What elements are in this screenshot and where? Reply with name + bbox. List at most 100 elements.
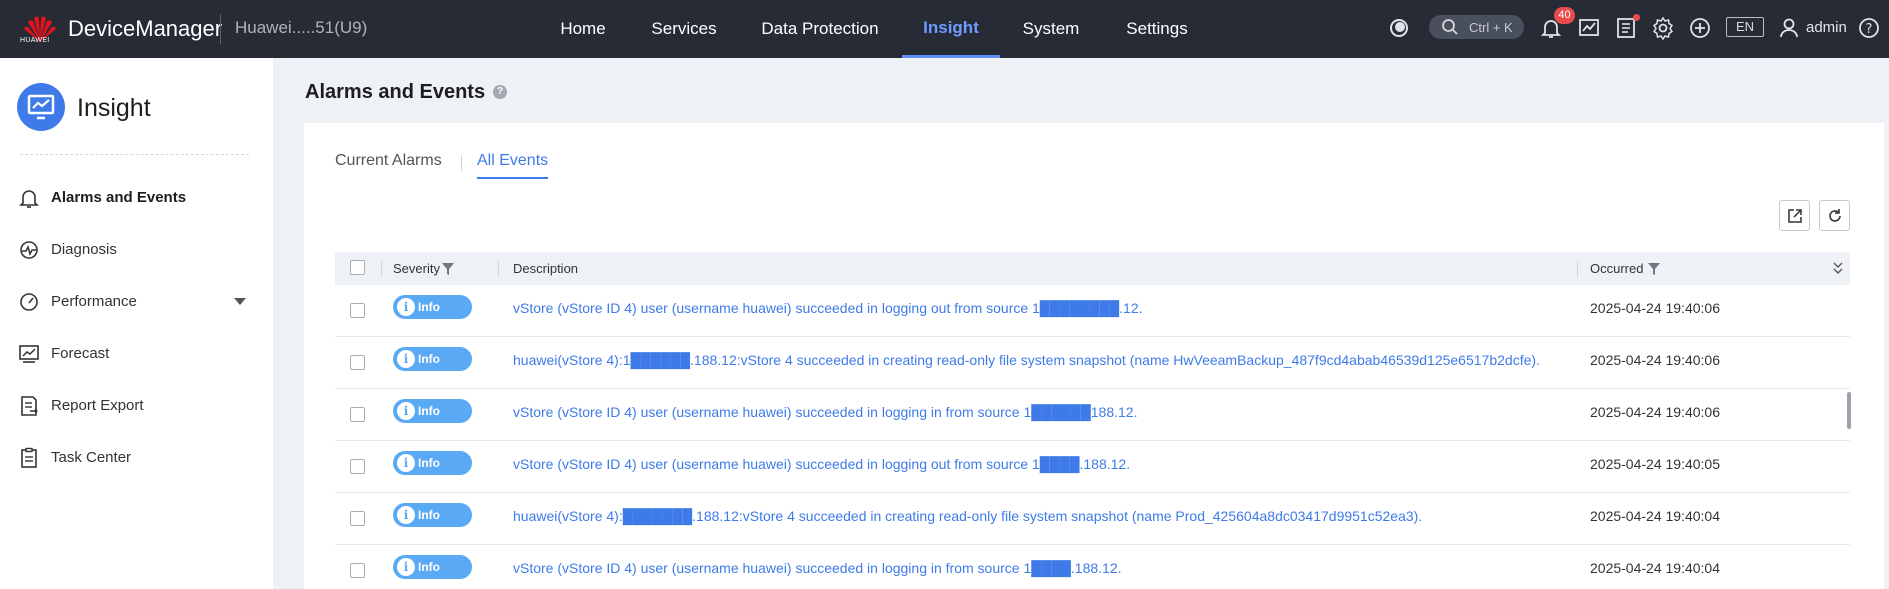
info-icon: i xyxy=(397,506,415,524)
sidebar-item-task-center[interactable]: Task Center xyxy=(0,438,273,478)
nav-insight[interactable]: Insight xyxy=(902,0,1000,58)
row-checkbox[interactable] xyxy=(350,511,365,526)
info-icon: i xyxy=(397,298,415,316)
column-divider xyxy=(381,261,382,277)
monitor-chart-icon[interactable] xyxy=(1577,16,1601,40)
filter-icon[interactable] xyxy=(442,263,454,275)
column-description[interactable]: Description xyxy=(513,261,578,276)
severity-label: Info xyxy=(418,560,440,574)
severity-badge: i Info xyxy=(393,399,472,423)
table-row[interactable]: i Info vStore (vStore ID 4) user (userna… xyxy=(335,441,1850,493)
table-row[interactable]: i Info vStore (vStore ID 4) user (userna… xyxy=(335,545,1850,589)
nav-home[interactable]: Home xyxy=(540,0,626,58)
help-icon[interactable]: ? xyxy=(1857,16,1881,40)
table-header: Severity Description Occurred xyxy=(335,252,1850,285)
severity-badge: i Info xyxy=(393,503,472,527)
active-tab-indicator xyxy=(477,177,548,179)
severity-label: Info xyxy=(418,508,440,522)
event-description[interactable]: vStore (vStore ID 4) user (username huaw… xyxy=(513,560,1122,576)
row-checkbox[interactable] xyxy=(350,459,365,474)
sidebar-title: Insight xyxy=(77,94,151,122)
export-icon xyxy=(1788,209,1802,223)
severity-badge: i Info xyxy=(393,347,472,371)
table-row[interactable]: i Info vStore (vStore ID 4) user (userna… xyxy=(335,389,1850,441)
sidebar-item-label: Alarms and Events xyxy=(51,189,187,206)
nav-services[interactable]: Services xyxy=(645,0,723,58)
refresh-icon xyxy=(1829,209,1841,222)
sidebar-item-performance[interactable]: Performance xyxy=(0,282,273,322)
chevron-down-icon[interactable] xyxy=(234,298,246,305)
column-severity[interactable]: Severity xyxy=(393,261,440,276)
brand-divider xyxy=(220,14,221,44)
severity-label: Info xyxy=(418,352,440,366)
event-description[interactable]: vStore (vStore ID 4) user (username huaw… xyxy=(513,300,1143,316)
tab-all-events[interactable]: All Events xyxy=(477,152,548,170)
event-description[interactable]: huawei(vStore 4):███████.188.12:vStore 4… xyxy=(513,508,1422,524)
event-occurred: 2025-04-24 19:40:04 xyxy=(1590,560,1720,576)
notification-badge: 40 xyxy=(1554,7,1575,24)
severity-label: Info xyxy=(418,404,440,418)
nav-system[interactable]: System xyxy=(1015,0,1087,58)
nav-settings[interactable]: Settings xyxy=(1120,0,1194,58)
severity-badge: i Info xyxy=(393,451,472,475)
language-switch[interactable]: EN xyxy=(1726,17,1764,37)
logo-text: HUAWEI xyxy=(20,37,50,44)
row-checkbox[interactable] xyxy=(350,303,365,318)
event-occurred: 2025-04-24 19:40:06 xyxy=(1590,404,1720,420)
add-circle-icon[interactable] xyxy=(1688,16,1712,40)
device-name[interactable]: Huawei.....51(U9) xyxy=(235,18,367,38)
global-search[interactable]: Ctrl + K xyxy=(1429,15,1524,39)
info-icon: i xyxy=(397,350,415,368)
user-name[interactable]: admin xyxy=(1806,19,1847,36)
sidebar-divider xyxy=(20,154,249,155)
info-icon: i xyxy=(397,558,415,576)
diagnosis-icon xyxy=(20,241,38,259)
clipboard-icon xyxy=(21,447,37,468)
table-row[interactable]: i Info huawei(vStore 4):1██████.188.12:v… xyxy=(335,337,1850,389)
column-divider xyxy=(1577,261,1578,277)
task-alert-dot xyxy=(1633,14,1640,21)
severity-label: Info xyxy=(418,300,440,314)
event-occurred: 2025-04-24 19:40:05 xyxy=(1590,456,1720,472)
info-icon: i xyxy=(397,402,415,420)
event-occurred: 2025-04-24 19:40:04 xyxy=(1590,508,1720,524)
tab-divider xyxy=(461,155,462,171)
table-row[interactable]: i Info vStore (vStore ID 4) user (userna… xyxy=(335,285,1850,337)
row-checkbox[interactable] xyxy=(350,563,365,578)
table-scrollbar[interactable] xyxy=(1847,392,1851,429)
event-description[interactable]: huawei(vStore 4):1██████.188.12:vStore 4… xyxy=(513,352,1540,368)
table-row[interactable]: i Info huawei(vStore 4):███████.188.12:v… xyxy=(335,493,1850,545)
sidebar-item-forecast[interactable]: Forecast xyxy=(0,334,273,374)
top-bar: HUAWEI DeviceManager Huawei.....51(U9) H… xyxy=(0,0,1889,58)
column-divider xyxy=(498,261,499,277)
export-button[interactable] xyxy=(1779,200,1810,231)
event-occurred: 2025-04-24 19:40:06 xyxy=(1590,300,1720,316)
severity-badge: i Info xyxy=(393,295,472,319)
refresh-button[interactable] xyxy=(1819,200,1850,231)
column-occurred[interactable]: Occurred xyxy=(1590,261,1643,276)
sidebar-item-diagnosis[interactable]: Diagnosis xyxy=(0,230,273,270)
sidebar-item-alarms-and-events[interactable]: Alarms and Events xyxy=(0,178,273,218)
tab-current-alarms[interactable]: Current Alarms xyxy=(335,152,442,170)
sidebar-item-label: Performance xyxy=(51,293,137,310)
collapse-columns-icon[interactable] xyxy=(1832,261,1844,275)
help-icon[interactable]: ? xyxy=(493,85,507,99)
sidebar-item-report-export[interactable]: Report Export xyxy=(0,386,273,426)
row-checkbox[interactable] xyxy=(350,407,365,422)
sidebar-item-label: Diagnosis xyxy=(51,241,117,258)
svg-text:?: ? xyxy=(1866,22,1873,37)
row-checkbox[interactable] xyxy=(350,355,365,370)
severity-label: Info xyxy=(418,456,440,470)
theme-toggle-icon[interactable] xyxy=(1387,16,1411,40)
event-description[interactable]: vStore (vStore ID 4) user (username huaw… xyxy=(513,404,1137,420)
gear-icon[interactable] xyxy=(1651,16,1675,40)
event-description[interactable]: vStore (vStore ID 4) user (username huaw… xyxy=(513,456,1130,472)
user-icon[interactable] xyxy=(1779,16,1799,40)
sidebar-item-label: Report Export xyxy=(51,397,144,414)
select-all-checkbox[interactable] xyxy=(350,260,365,275)
search-shortcut: Ctrl + K xyxy=(1469,20,1513,35)
page-title: Alarms and Events xyxy=(305,81,486,103)
nav-data-protection[interactable]: Data Protection xyxy=(750,0,890,58)
filter-icon[interactable] xyxy=(1648,263,1660,275)
sidebar-item-label: Task Center xyxy=(51,449,132,466)
